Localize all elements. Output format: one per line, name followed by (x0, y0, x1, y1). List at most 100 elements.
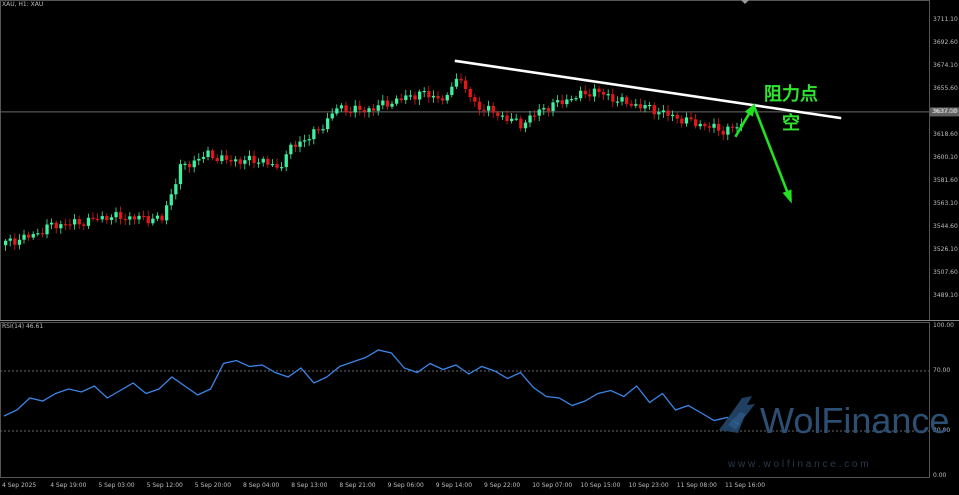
candle-body[interactable] (224, 155, 229, 160)
candle-body[interactable] (399, 98, 403, 101)
candle-body[interactable] (206, 150, 210, 158)
candle-body[interactable] (174, 184, 178, 195)
candle-body[interactable] (680, 118, 684, 124)
candle-body[interactable] (362, 110, 367, 112)
candle-body[interactable] (395, 98, 399, 104)
candle-body[interactable] (717, 123, 721, 131)
candle-body[interactable] (634, 104, 638, 106)
candle-body[interactable] (689, 117, 693, 120)
candle-body[interactable] (643, 105, 647, 109)
candle-body[interactable] (298, 141, 302, 147)
candle-body[interactable] (275, 164, 279, 168)
candle-body[interactable] (546, 108, 551, 112)
candle-body[interactable] (123, 218, 127, 221)
shift-marker-icon[interactable] (741, 0, 749, 4)
candle-body[interactable] (698, 123, 702, 127)
chart-canvas[interactable]: XAU, H1: XAU RSI(14) 46.61 3637.00 3711.… (0, 0, 959, 491)
candle-body[interactable] (312, 129, 316, 140)
candle-body[interactable] (602, 91, 606, 95)
candle-body[interactable] (404, 95, 408, 101)
candle-body[interactable] (537, 109, 541, 116)
candle-body[interactable] (694, 119, 698, 127)
candle-body[interactable] (344, 105, 348, 112)
candle-body[interactable] (385, 100, 390, 107)
candle-body[interactable] (211, 150, 215, 159)
candle-body[interactable] (137, 215, 141, 220)
candle-body[interactable] (4, 240, 8, 246)
candle-body[interactable] (165, 205, 169, 221)
candle-body[interactable] (390, 103, 394, 107)
candle-body[interactable] (40, 233, 45, 235)
candle-body[interactable] (367, 108, 371, 112)
candle-body[interactable] (238, 159, 242, 164)
candle-body[interactable] (109, 217, 114, 221)
candle-body[interactable] (445, 94, 449, 101)
candle-body[interactable] (114, 212, 118, 218)
candle-body[interactable] (353, 105, 357, 113)
candle-body[interactable] (533, 115, 537, 117)
candle-body[interactable] (17, 239, 22, 245)
candle-body[interactable] (284, 154, 288, 168)
candle-body[interactable] (36, 233, 40, 235)
candle-body[interactable] (523, 122, 528, 129)
candle-body[interactable] (583, 90, 587, 95)
candle-body[interactable] (349, 111, 353, 114)
candle-body[interactable] (261, 158, 265, 163)
candle-body[interactable] (178, 164, 183, 185)
candle-body[interactable] (652, 105, 656, 115)
candle-body[interactable] (293, 144, 298, 147)
candle-body[interactable] (427, 90, 431, 98)
candle-body[interactable] (96, 218, 100, 221)
candle-body[interactable] (473, 97, 477, 102)
candle-body[interactable] (188, 163, 192, 168)
candle-body[interactable] (183, 163, 187, 165)
candle-body[interactable] (160, 215, 164, 221)
candle-body[interactable] (257, 162, 261, 164)
candle-body[interactable] (574, 98, 578, 100)
candle-body[interactable] (500, 115, 505, 117)
candle-body[interactable] (270, 164, 275, 166)
candle-body[interactable] (266, 158, 270, 165)
candle-body[interactable] (592, 88, 597, 97)
candle-body[interactable] (661, 110, 666, 113)
candle-body[interactable] (510, 118, 514, 122)
candle-body[interactable] (86, 217, 91, 226)
candle-body[interactable] (63, 224, 68, 226)
candle-body[interactable] (307, 139, 311, 141)
candle-body[interactable] (611, 94, 615, 102)
candle-body[interactable] (560, 100, 564, 105)
candle-body[interactable] (569, 99, 574, 101)
candle-body[interactable] (671, 114, 675, 117)
candle-body[interactable] (303, 140, 307, 142)
candle-body[interactable] (477, 101, 482, 110)
candle-body[interactable] (243, 160, 247, 164)
candle-body[interactable] (105, 216, 109, 221)
candle-body[interactable] (8, 238, 12, 241)
candle-body[interactable] (482, 109, 486, 111)
candle-body[interactable] (436, 95, 440, 99)
candle-body[interactable] (73, 219, 77, 225)
candle-body[interactable] (542, 108, 546, 110)
candle-body[interactable] (13, 238, 17, 245)
candle-body[interactable] (505, 115, 509, 122)
candle-body[interactable] (358, 105, 362, 111)
candle-body[interactable] (119, 212, 123, 219)
candle-body[interactable] (326, 118, 330, 130)
candle-body[interactable] (657, 112, 661, 115)
candle-body[interactable] (528, 115, 532, 123)
candle-body[interactable] (82, 224, 86, 226)
candle-body[interactable] (413, 95, 417, 100)
candle-body[interactable] (91, 217, 95, 219)
candle-body[interactable] (316, 129, 321, 131)
candle-body[interactable] (247, 155, 252, 161)
candle-body[interactable] (59, 224, 63, 229)
candle-body[interactable] (330, 113, 334, 119)
candle-body[interactable] (376, 105, 380, 111)
candle-body[interactable] (730, 126, 735, 128)
candle-body[interactable] (27, 234, 31, 238)
candle-body[interactable] (169, 194, 173, 206)
candle-body[interactable] (45, 224, 49, 235)
candle-body[interactable] (629, 103, 633, 106)
candle-body[interactable] (321, 129, 325, 131)
candle-body[interactable] (192, 160, 196, 168)
